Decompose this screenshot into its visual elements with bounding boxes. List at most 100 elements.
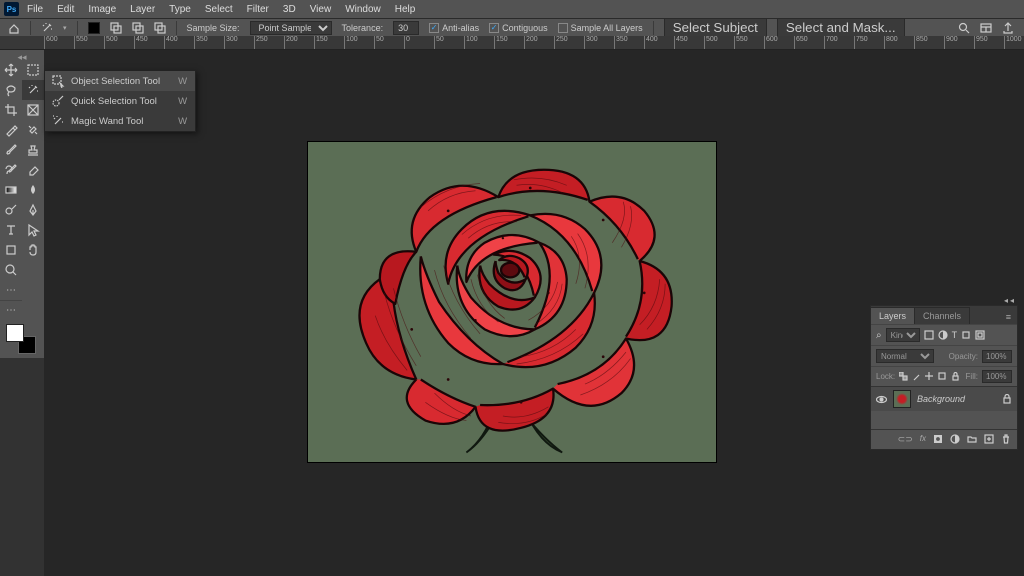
fill-input[interactable] <box>982 370 1012 383</box>
healing-tool[interactable] <box>22 120 44 140</box>
lock-pixels-icon[interactable] <box>912 372 921 381</box>
home-icon[interactable] <box>8 22 20 34</box>
menu-edit[interactable]: Edit <box>51 2 80 17</box>
flyout-item-label: Object Selection Tool <box>71 76 160 87</box>
magic-wand-tool[interactable] <box>22 80 44 100</box>
root-t -tab-layers[interactable]: Layers <box>871 307 915 324</box>
gradient-tool[interactable] <box>0 180 22 200</box>
sample-all-label: Sample All Layers <box>571 23 643 33</box>
pen-tool[interactable] <box>22 200 44 220</box>
tolerance-input[interactable] <box>393 21 419 35</box>
antialias-checkbox[interactable]: ✓Anti-alias <box>429 23 479 33</box>
ruler-tick: 400 <box>644 36 674 50</box>
ruler-tick: 650 <box>794 36 824 50</box>
ruler-tick: 50 <box>434 36 464 50</box>
menu-filter[interactable]: Filter <box>241 2 275 17</box>
selection-mode-new[interactable] <box>88 22 100 34</box>
filter-adjust-icon[interactable] <box>938 330 948 340</box>
delete-layer-icon[interactable] <box>1001 434 1011 444</box>
menu-3d[interactable]: 3D <box>277 2 302 17</box>
canvas[interactable] <box>308 142 716 462</box>
select-subject-button[interactable]: Select Subject <box>664 18 767 37</box>
visibility-icon[interactable] <box>876 394 887 405</box>
filter-pixel-icon[interactable] <box>924 330 934 340</box>
share-icon[interactable] <box>1002 22 1014 34</box>
menu-file[interactable]: File <box>21 2 49 17</box>
flyout-magic-wand[interactable]: Magic Wand Tool W <box>45 111 195 131</box>
flyout-shortcut: W <box>166 96 187 107</box>
filter-smart-icon[interactable] <box>975 330 985 340</box>
hand-tool[interactable] <box>22 240 44 260</box>
wand-tool-icon[interactable] <box>41 22 53 34</box>
move-tool[interactable] <box>0 60 22 80</box>
magic-wand-icon <box>51 114 65 128</box>
ruler-tick: 750 <box>854 36 884 50</box>
edit-toolbar[interactable]: ⋯ <box>0 300 22 320</box>
menu-image[interactable]: Image <box>82 2 122 17</box>
path-tool[interactable] <box>22 220 44 240</box>
shape-tool[interactable] <box>0 240 22 260</box>
lock-all-icon[interactable] <box>951 372 960 381</box>
tool-flyout-menu: Object Selection Tool W Quick Selection … <box>44 70 196 132</box>
filter-shape-icon[interactable] <box>961 330 971 340</box>
stamp-tool[interactable] <box>22 140 44 160</box>
type-tool[interactable] <box>0 220 22 240</box>
toolbar-collapse-icon[interactable]: ◂◂ <box>0 52 44 60</box>
sample-size-label: Sample Size: <box>187 23 240 33</box>
menu-help[interactable]: Help <box>389 2 422 17</box>
menu-view[interactable]: View <box>304 2 338 17</box>
more-tools[interactable]: ⋯ <box>0 280 22 300</box>
group-icon[interactable] <box>967 434 977 444</box>
foreground-color-swatch[interactable] <box>6 324 24 342</box>
dropdown-chevron-icon[interactable]: ▾ <box>63 24 67 32</box>
brush-tool[interactable] <box>0 140 22 160</box>
lasso-tool[interactable] <box>0 80 22 100</box>
eyedropper-tool[interactable] <box>0 120 22 140</box>
new-layer-icon[interactable] <box>984 434 994 444</box>
menu-window[interactable]: Window <box>339 2 387 17</box>
opacity-label: Opacity: <box>949 352 978 361</box>
link-layers-icon[interactable]: ⊂⊃ <box>898 434 913 445</box>
selection-mode-subtract[interactable] <box>132 22 144 34</box>
search-icon[interactable]: ⌕ <box>876 330 882 341</box>
dodge-tool[interactable] <box>0 200 22 220</box>
blend-mode-select[interactable]: Normal <box>876 349 934 363</box>
ruler-tick: 700 <box>824 36 854 50</box>
tab-channels[interactable]: Channels <box>915 307 970 324</box>
sample-all-checkbox[interactable]: Sample All Layers <box>558 23 643 33</box>
menu-type[interactable]: Type <box>163 2 197 17</box>
panel-menu-icon[interactable]: ≡ <box>1000 310 1017 324</box>
select-and-mask-button[interactable]: Select and Mask... <box>777 18 905 37</box>
adjustment-layer-icon[interactable] <box>950 434 960 444</box>
crop-tool[interactable] <box>0 100 22 120</box>
layer-fx-icon[interactable]: fx <box>920 434 926 445</box>
search-icon[interactable] <box>958 22 970 34</box>
panel-collapse-icon[interactable]: ◂◂ <box>870 296 1018 305</box>
workspace-icon[interactable] <box>980 22 992 34</box>
lock-transparent-icon[interactable] <box>899 372 908 381</box>
flyout-object-selection[interactable]: Object Selection Tool W <box>45 71 195 91</box>
sample-size-select[interactable]: Point Sample <box>250 21 332 35</box>
frame-tool[interactable] <box>22 100 44 120</box>
filter-kind-select[interactable]: Kind <box>886 328 920 342</box>
marquee-tool[interactable] <box>22 60 44 80</box>
menu-layer[interactable]: Layer <box>124 2 161 17</box>
selection-mode-add[interactable] <box>110 22 122 34</box>
add-mask-icon[interactable] <box>933 434 943 444</box>
flyout-quick-selection[interactable]: Quick Selection Tool W <box>45 91 195 111</box>
selection-mode-intersect[interactable] <box>154 22 166 34</box>
menu-select[interactable]: Select <box>199 2 239 17</box>
flyout-item-label: Magic Wand Tool <box>71 116 143 127</box>
opacity-input[interactable] <box>982 350 1012 363</box>
blur-tool[interactable] <box>22 180 44 200</box>
zoom-tool[interactable] <box>0 260 22 280</box>
lock-artboard-icon[interactable] <box>938 372 947 381</box>
filter-type-icon[interactable]: T <box>952 330 958 340</box>
eraser-tool[interactable] <box>22 160 44 180</box>
lock-position-icon[interactable] <box>925 372 934 381</box>
history-brush-tool[interactable] <box>0 160 22 180</box>
lock-icon[interactable] <box>1002 394 1012 404</box>
color-swatches[interactable] <box>0 320 44 358</box>
contiguous-checkbox[interactable]: ✓Contiguous <box>489 23 548 33</box>
layer-row-background[interactable]: Background <box>871 386 1017 411</box>
